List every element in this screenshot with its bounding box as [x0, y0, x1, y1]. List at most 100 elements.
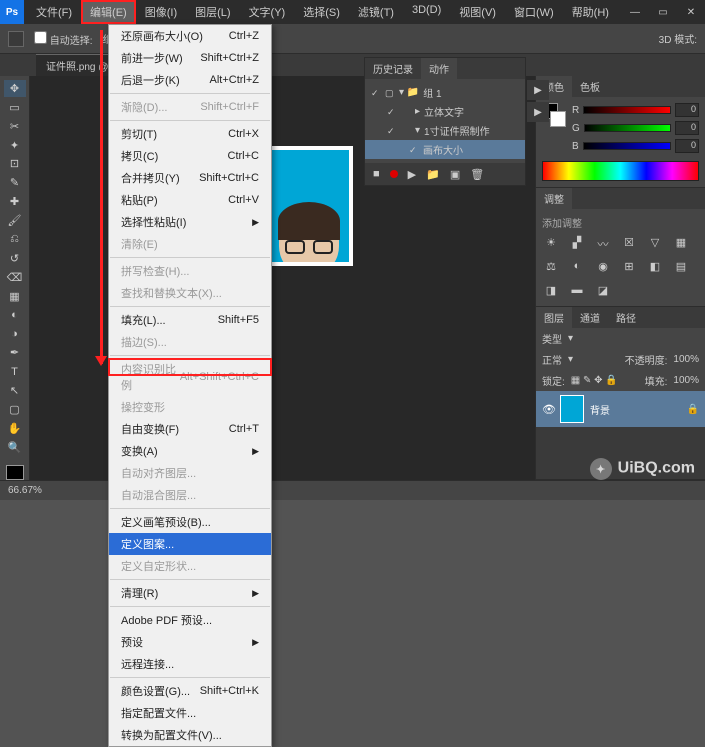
- play-button-icon[interactable]: ▶: [527, 80, 549, 100]
- menu-file[interactable]: 文件(F): [28, 1, 80, 23]
- play-icon[interactable]: ▶: [408, 168, 416, 181]
- history-brush-tool-icon[interactable]: ↺: [4, 250, 26, 267]
- menu-item[interactable]: 后退一步(K)Alt+Ctrl+Z: [109, 69, 271, 91]
- tab-history[interactable]: 历史记录: [365, 58, 421, 79]
- menu-help[interactable]: 帮助(H): [564, 1, 617, 23]
- blur-tool-icon[interactable]: ◐: [4, 307, 26, 324]
- menu-type[interactable]: 文字(Y): [241, 1, 294, 23]
- type-tool-icon[interactable]: T: [4, 363, 26, 380]
- value-g[interactable]: 0: [675, 121, 699, 135]
- auto-select-checkbox[interactable]: 自动选择:: [34, 31, 93, 47]
- menu-item[interactable]: 还原画布大小(O)Ctrl+Z: [109, 25, 271, 47]
- menu-layer[interactable]: 图层(L): [187, 1, 238, 23]
- dodge-tool-icon[interactable]: ◑: [4, 325, 26, 342]
- menu-item[interactable]: 预设▶: [109, 631, 271, 653]
- wand-tool-icon[interactable]: ✦: [4, 137, 26, 154]
- gradmap-icon[interactable]: ▬: [568, 284, 586, 300]
- value-r[interactable]: 0: [675, 103, 699, 117]
- value-b[interactable]: 0: [675, 139, 699, 153]
- menu-item[interactable]: 自由变换(F)Ctrl+T: [109, 418, 271, 440]
- posterize-icon[interactable]: ▤: [672, 260, 690, 276]
- action-row[interactable]: ✓▢▾ 📁组 1: [365, 83, 525, 102]
- slider-g[interactable]: [584, 124, 671, 132]
- marquee-tool-icon[interactable]: ▭: [4, 99, 26, 116]
- lock-icons[interactable]: ▦ ✎ ✥ 🔒: [571, 375, 618, 386]
- menu-item[interactable]: 指定配置文件...: [109, 702, 271, 724]
- tab-adjustments[interactable]: 调整: [536, 188, 572, 209]
- menu-filter[interactable]: 滤镜(T): [350, 1, 402, 23]
- crop-tool-icon[interactable]: ⊡: [4, 156, 26, 173]
- slider-b[interactable]: [583, 142, 671, 150]
- brush-tool-icon[interactable]: 🖌: [4, 212, 26, 229]
- menu-item[interactable]: 选择性粘贴(I)▶: [109, 211, 271, 233]
- colorbalance-icon[interactable]: ⚖: [542, 260, 560, 276]
- layer-row[interactable]: 👁 背景 🔒: [536, 391, 705, 427]
- tab-paths[interactable]: 路径: [608, 307, 644, 328]
- new-action-icon[interactable]: ▣: [450, 168, 460, 181]
- menu-item[interactable]: 合并拷贝(Y)Shift+Ctrl+C: [109, 167, 271, 189]
- brightness-icon[interactable]: ☀: [542, 236, 560, 252]
- channelmixer-icon[interactable]: ⊞: [620, 260, 638, 276]
- menu-item[interactable]: 定义图案...: [109, 533, 271, 555]
- move-tool-icon[interactable]: ✥: [4, 80, 26, 97]
- maximize-icon[interactable]: ▭: [649, 2, 677, 22]
- menu-item[interactable]: 定义画笔预设(B)...: [109, 511, 271, 533]
- menu-item[interactable]: 填充(L)...Shift+F5: [109, 309, 271, 331]
- opacity-value[interactable]: 100%: [673, 354, 699, 365]
- path-tool-icon[interactable]: ↖: [4, 382, 26, 399]
- play-button-icon[interactable]: ▶: [527, 102, 549, 122]
- photofilter-icon[interactable]: ◉: [594, 260, 612, 276]
- menu-edit[interactable]: 编辑(E): [82, 1, 135, 23]
- menu-item[interactable]: 粘贴(P)Ctrl+V: [109, 189, 271, 211]
- vibrance-icon[interactable]: ▽: [646, 236, 664, 252]
- eyedropper-tool-icon[interactable]: ✎: [4, 174, 26, 191]
- menu-item[interactable]: 转换为配置文件(V)...: [109, 724, 271, 746]
- menu-item[interactable]: 拷贝(C)Ctrl+C: [109, 145, 271, 167]
- slider-r[interactable]: [583, 106, 671, 114]
- threshold-icon[interactable]: ◨: [542, 284, 560, 300]
- blend-mode[interactable]: 正常: [542, 352, 562, 367]
- menu-view[interactable]: 视图(V): [451, 1, 504, 23]
- menu-item[interactable]: Adobe PDF 预设...: [109, 609, 271, 631]
- menu-item[interactable]: 颜色设置(G)...Shift+Ctrl+K: [109, 680, 271, 702]
- selcolor-icon[interactable]: ◪: [594, 284, 612, 300]
- record-icon[interactable]: [390, 170, 398, 178]
- minimize-icon[interactable]: —: [621, 2, 649, 22]
- move-tool-icon[interactable]: [8, 31, 24, 47]
- menu-item[interactable]: 远程连接...: [109, 653, 271, 675]
- gradient-tool-icon[interactable]: ▦: [4, 288, 26, 305]
- color-spectrum[interactable]: [542, 161, 699, 181]
- tab-layers[interactable]: 图层: [536, 307, 572, 328]
- zoom-level[interactable]: 66.67%: [8, 485, 42, 496]
- heal-tool-icon[interactable]: ✚: [4, 193, 26, 210]
- tab-actions[interactable]: 动作: [421, 58, 457, 79]
- tab-swatches[interactable]: 色板: [572, 76, 608, 97]
- bw-icon[interactable]: ◐: [568, 260, 586, 276]
- layer-name[interactable]: 背景: [590, 402, 610, 417]
- eraser-tool-icon[interactable]: ⌫: [4, 269, 26, 286]
- menu-image[interactable]: 图像(I): [137, 1, 185, 23]
- stop-icon[interactable]: ■: [373, 168, 380, 180]
- trash-icon[interactable]: 🗑: [470, 168, 484, 181]
- action-row[interactable]: ✓▾1寸证件照制作: [365, 121, 525, 140]
- fill-value[interactable]: 100%: [673, 375, 699, 386]
- pen-tool-icon[interactable]: ✒: [4, 344, 26, 361]
- visibility-icon[interactable]: 👁: [542, 403, 554, 416]
- menu-item[interactable]: 剪切(T)Ctrl+X: [109, 123, 271, 145]
- new-set-icon[interactable]: 📁: [426, 168, 440, 181]
- invert-icon[interactable]: ◧: [646, 260, 664, 276]
- shape-tool-icon[interactable]: ▢: [4, 401, 26, 418]
- tab-channels[interactable]: 通道: [572, 307, 608, 328]
- levels-icon[interactable]: ▞: [568, 236, 586, 252]
- menu-3d[interactable]: 3D(D): [404, 1, 449, 23]
- action-row[interactable]: ✓画布大小: [365, 140, 525, 159]
- action-row[interactable]: ✓▸立体文字: [365, 102, 525, 121]
- close-icon[interactable]: ✕: [677, 2, 705, 22]
- menu-item[interactable]: 前进一步(W)Shift+Ctrl+Z: [109, 47, 271, 69]
- foreground-swatch[interactable]: [6, 465, 24, 481]
- menu-select[interactable]: 选择(S): [295, 1, 348, 23]
- stamp-tool-icon[interactable]: ⎌: [4, 231, 26, 248]
- lasso-tool-icon[interactable]: ✂: [4, 118, 26, 135]
- menu-item[interactable]: 变换(A)▶: [109, 440, 271, 462]
- menu-window[interactable]: 窗口(W): [506, 1, 562, 23]
